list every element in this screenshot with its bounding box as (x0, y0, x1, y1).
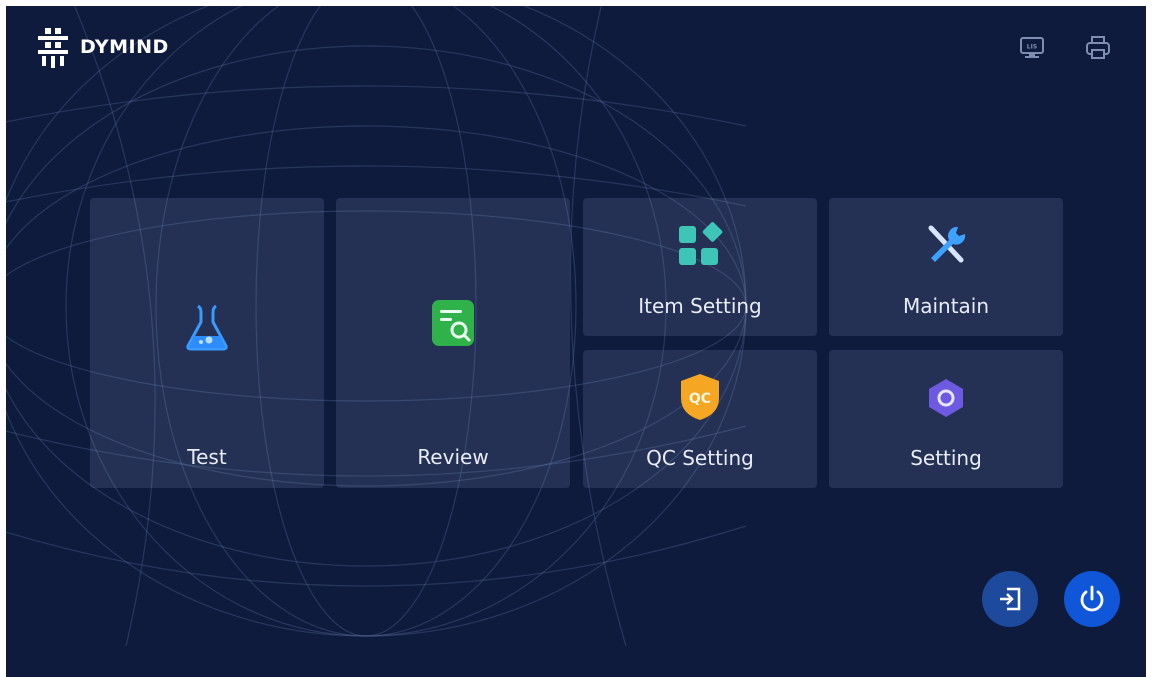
grid-blocks-icon (679, 222, 723, 265)
logout-icon (1000, 587, 1021, 611)
tile-item-setting-label: Item Setting (638, 294, 762, 318)
brand-logo: DYMIND (34, 26, 169, 68)
gear-icon (929, 379, 963, 417)
tile-setting-label: Setting (910, 446, 982, 470)
power-button[interactable] (1064, 571, 1120, 627)
flask-icon (186, 304, 228, 351)
logout-button[interactable] (982, 571, 1038, 627)
tile-qc-setting-label: QC Setting (646, 446, 754, 470)
qc-badge-text: QC (689, 391, 711, 407)
lis-label: LIS (1027, 44, 1037, 51)
brand-name: DYMIND (80, 36, 169, 58)
tile-test[interactable]: Test (90, 198, 324, 488)
tile-maintain-label: Maintain (902, 294, 990, 318)
printer-icon[interactable] (1084, 34, 1112, 62)
tile-qc-setting[interactable]: QC QC Setting (583, 350, 817, 488)
tile-review[interactable]: Review (336, 198, 570, 488)
power-icon (1080, 585, 1104, 612)
review-document-icon (432, 300, 474, 346)
qc-shield-icon: QC (681, 374, 719, 420)
dymind-logo-icon (38, 28, 68, 68)
tile-setting[interactable]: Setting (829, 350, 1063, 488)
tile-item-setting[interactable]: Item Setting (583, 198, 817, 336)
wrench-screwdriver-icon (928, 225, 966, 263)
tile-test-label: Test (187, 445, 227, 469)
home-screen: DYMIND LIS Test Review Item Setting Main… (6, 6, 1146, 677)
lis-monitor-icon[interactable]: LIS (1018, 34, 1046, 62)
tile-review-label: Review (417, 445, 489, 469)
tile-maintain[interactable]: Maintain (829, 198, 1063, 336)
